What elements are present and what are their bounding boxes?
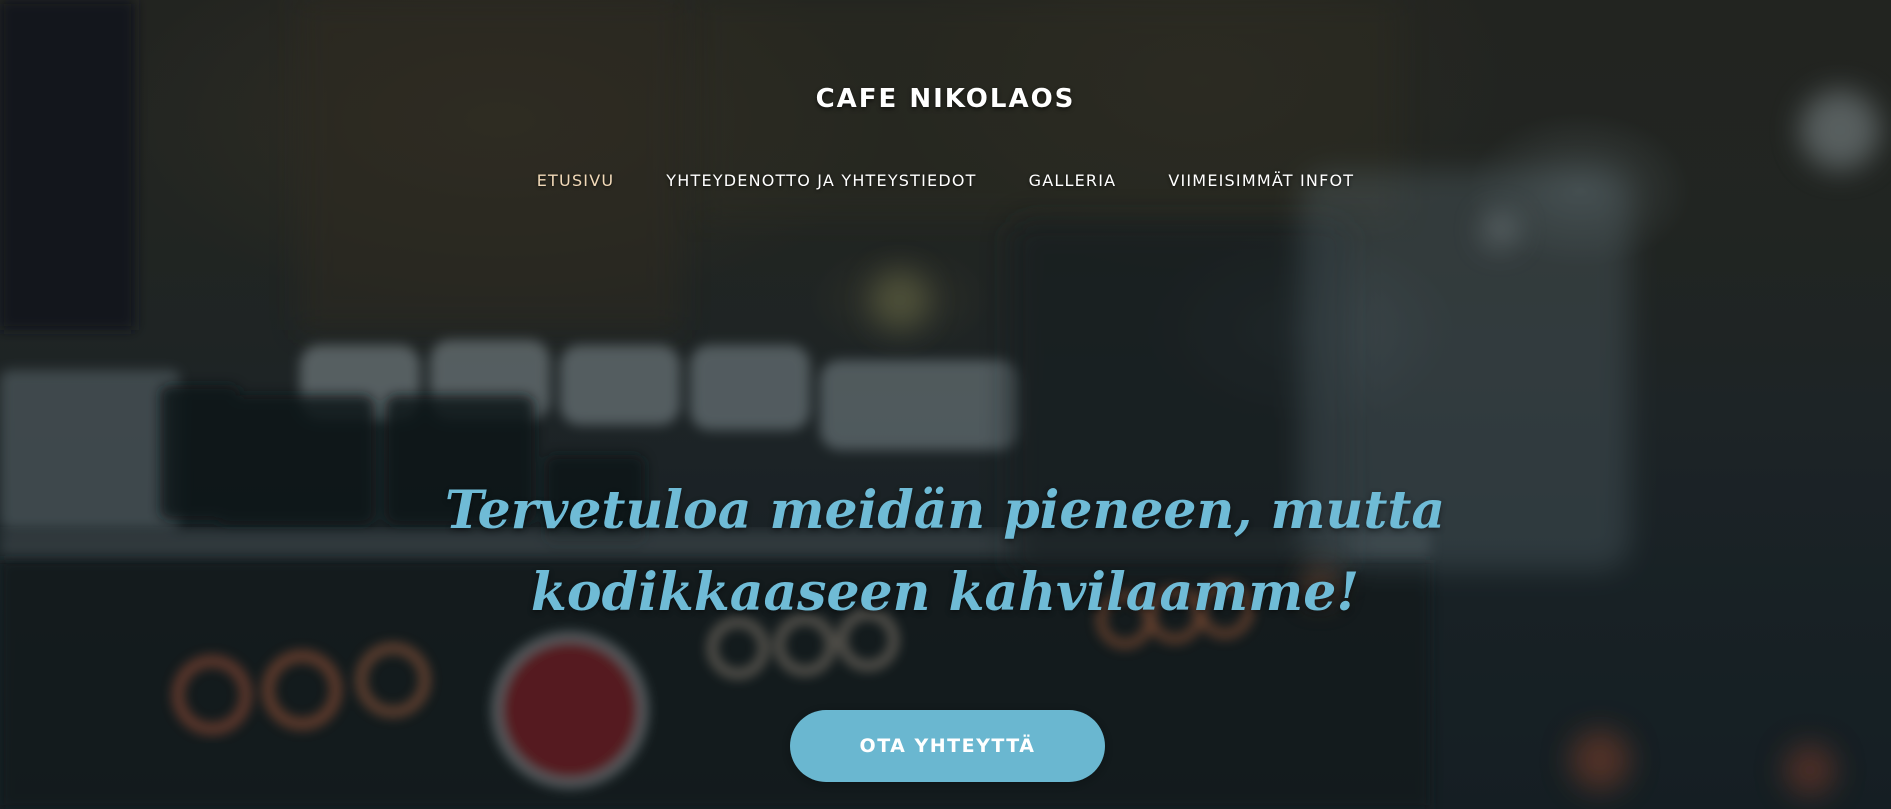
nav-item-galleria[interactable]: GALLERIA — [1029, 171, 1117, 190]
nav-item-etusivu[interactable]: ETUSIVU — [537, 171, 615, 190]
site-title[interactable]: CAFE NIKOLAOS — [0, 84, 1891, 114]
hero-section: CAFE NIKOLAOS ETUSIVU YHTEYDENOTTO JA YH… — [0, 0, 1891, 809]
background-overlay — [0, 0, 1891, 809]
hero-headline: Tervetuloa meidän pieneen, mutta kodikka… — [444, 480, 1446, 623]
contact-button[interactable]: OTA YHTEYTTÄ — [790, 710, 1105, 782]
nav-item-yhteydenotto[interactable]: YHTEYDENOTTO JA YHTEYSTIEDOT — [666, 171, 976, 190]
nav-item-viimeisimmat-infot[interactable]: VIIMEISIMMÄT INFOT — [1168, 171, 1354, 190]
main-navigation: ETUSIVU YHTEYDENOTTO JA YHTEYSTIEDOT GAL… — [0, 171, 1891, 190]
